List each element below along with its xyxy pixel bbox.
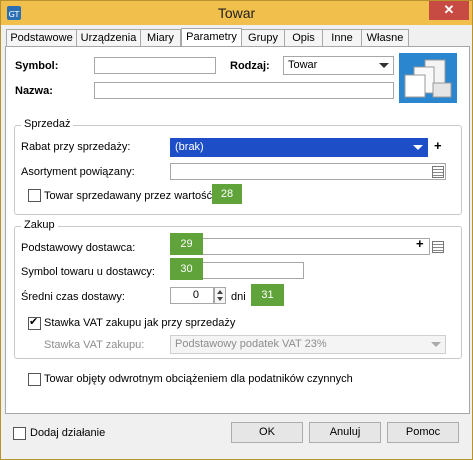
help-button[interactable]: Pomoc: [387, 422, 459, 443]
add-dostawca-icon[interactable]: +: [416, 236, 424, 251]
czas-stepper[interactable]: [214, 287, 226, 304]
close-button[interactable]: ✕: [429, 1, 469, 20]
odwrotny-checkbox[interactable]: [28, 373, 41, 386]
chevron-down-icon: [217, 297, 223, 301]
czas-unit: dni: [231, 291, 246, 303]
step-badge: 31: [251, 284, 284, 306]
czas-label: Średni czas dostawy:: [21, 291, 125, 303]
rabat-select[interactable]: (brak): [170, 138, 428, 157]
tab-wlasne[interactable]: Własne: [361, 29, 409, 47]
tab-opis[interactable]: Opis: [284, 29, 323, 47]
nazwa-input[interactable]: [94, 82, 394, 99]
wartosc-label: Towar sprzedawany przez wartość: [44, 190, 213, 202]
title-bar[interactable]: GT Towar ✕: [1, 1, 472, 25]
symbol-dostawcy-label: Symbol towaru u dostawcy:: [21, 266, 155, 278]
list-icon[interactable]: [432, 166, 444, 178]
rodzaj-label: Rodzaj:: [230, 60, 270, 72]
vat-same-checkbox[interactable]: [28, 315, 41, 330]
tab-urzadzenia[interactable]: Urządzenia: [76, 29, 141, 47]
vat-select[interactable]: Podstawowy podatek VAT 23%: [170, 335, 446, 354]
rabat-label: Rabat przy sprzedaży:: [21, 141, 131, 153]
cancel-button[interactable]: Anuluj: [309, 422, 381, 443]
wartosc-checkbox[interactable]: [28, 189, 41, 202]
dostawca-label: Podstawowy dostawca:: [21, 242, 136, 254]
rodzaj-select[interactable]: Towar: [283, 56, 394, 75]
chevron-up-icon: [217, 290, 223, 294]
step-badge: 29: [170, 233, 203, 255]
add-rabat-icon[interactable]: +: [434, 138, 442, 153]
vat-value: Podstawowy podatek VAT 23%: [175, 338, 327, 350]
asortyment-input[interactable]: [170, 163, 446, 180]
vat-same-label: Stawka VAT zakupu jak przy sprzedaży: [44, 317, 236, 329]
step-badge: 28: [212, 184, 242, 204]
chevron-down-icon: [431, 342, 441, 347]
tab-panel-parametry: Symbol: Rodzaj: Towar Nazwa: Sprzedaż Ra…: [5, 46, 470, 414]
ok-button[interactable]: OK: [231, 422, 303, 443]
dodaj-dzialanie-label: Dodaj działanie: [30, 427, 106, 439]
product-window: GT Towar ✕ Podstawowe Urządzenia Miary P…: [0, 0, 473, 460]
asortyment-label: Asortyment powiązany:: [21, 166, 135, 178]
tab-inne[interactable]: Inne: [322, 29, 362, 47]
zakup-title: Zakup: [21, 219, 58, 231]
tab-podstawowe[interactable]: Podstawowe: [6, 29, 77, 47]
window-title: Towar: [217, 5, 256, 21]
symbol-label: Symbol:: [15, 60, 59, 72]
chevron-down-icon: [413, 145, 423, 150]
rodzaj-value: Towar: [288, 59, 318, 71]
list-icon[interactable]: [432, 241, 444, 253]
tab-miary[interactable]: Miary: [140, 29, 181, 47]
nazwa-label: Nazwa:: [15, 85, 53, 97]
symbol-input[interactable]: [94, 57, 216, 74]
dodaj-dzialanie-checkbox[interactable]: [13, 427, 26, 440]
tab-parametry[interactable]: Parametry: [181, 28, 242, 48]
vat-label: Stawka VAT zakupu:: [44, 339, 145, 351]
rabat-value: (brak): [175, 141, 204, 153]
czas-input[interactable]: 0: [170, 287, 214, 304]
product-boxes-icon: [399, 53, 457, 103]
step-badge: 30: [170, 258, 203, 280]
tab-grupy[interactable]: Grupy: [241, 29, 285, 47]
odwrotny-label: Towar objęty odwrotnym obciążeniem dla p…: [44, 373, 353, 385]
chevron-down-icon: [379, 63, 389, 68]
dostawca-input[interactable]: [170, 238, 430, 255]
sprzedaz-title: Sprzedaż: [21, 118, 74, 130]
